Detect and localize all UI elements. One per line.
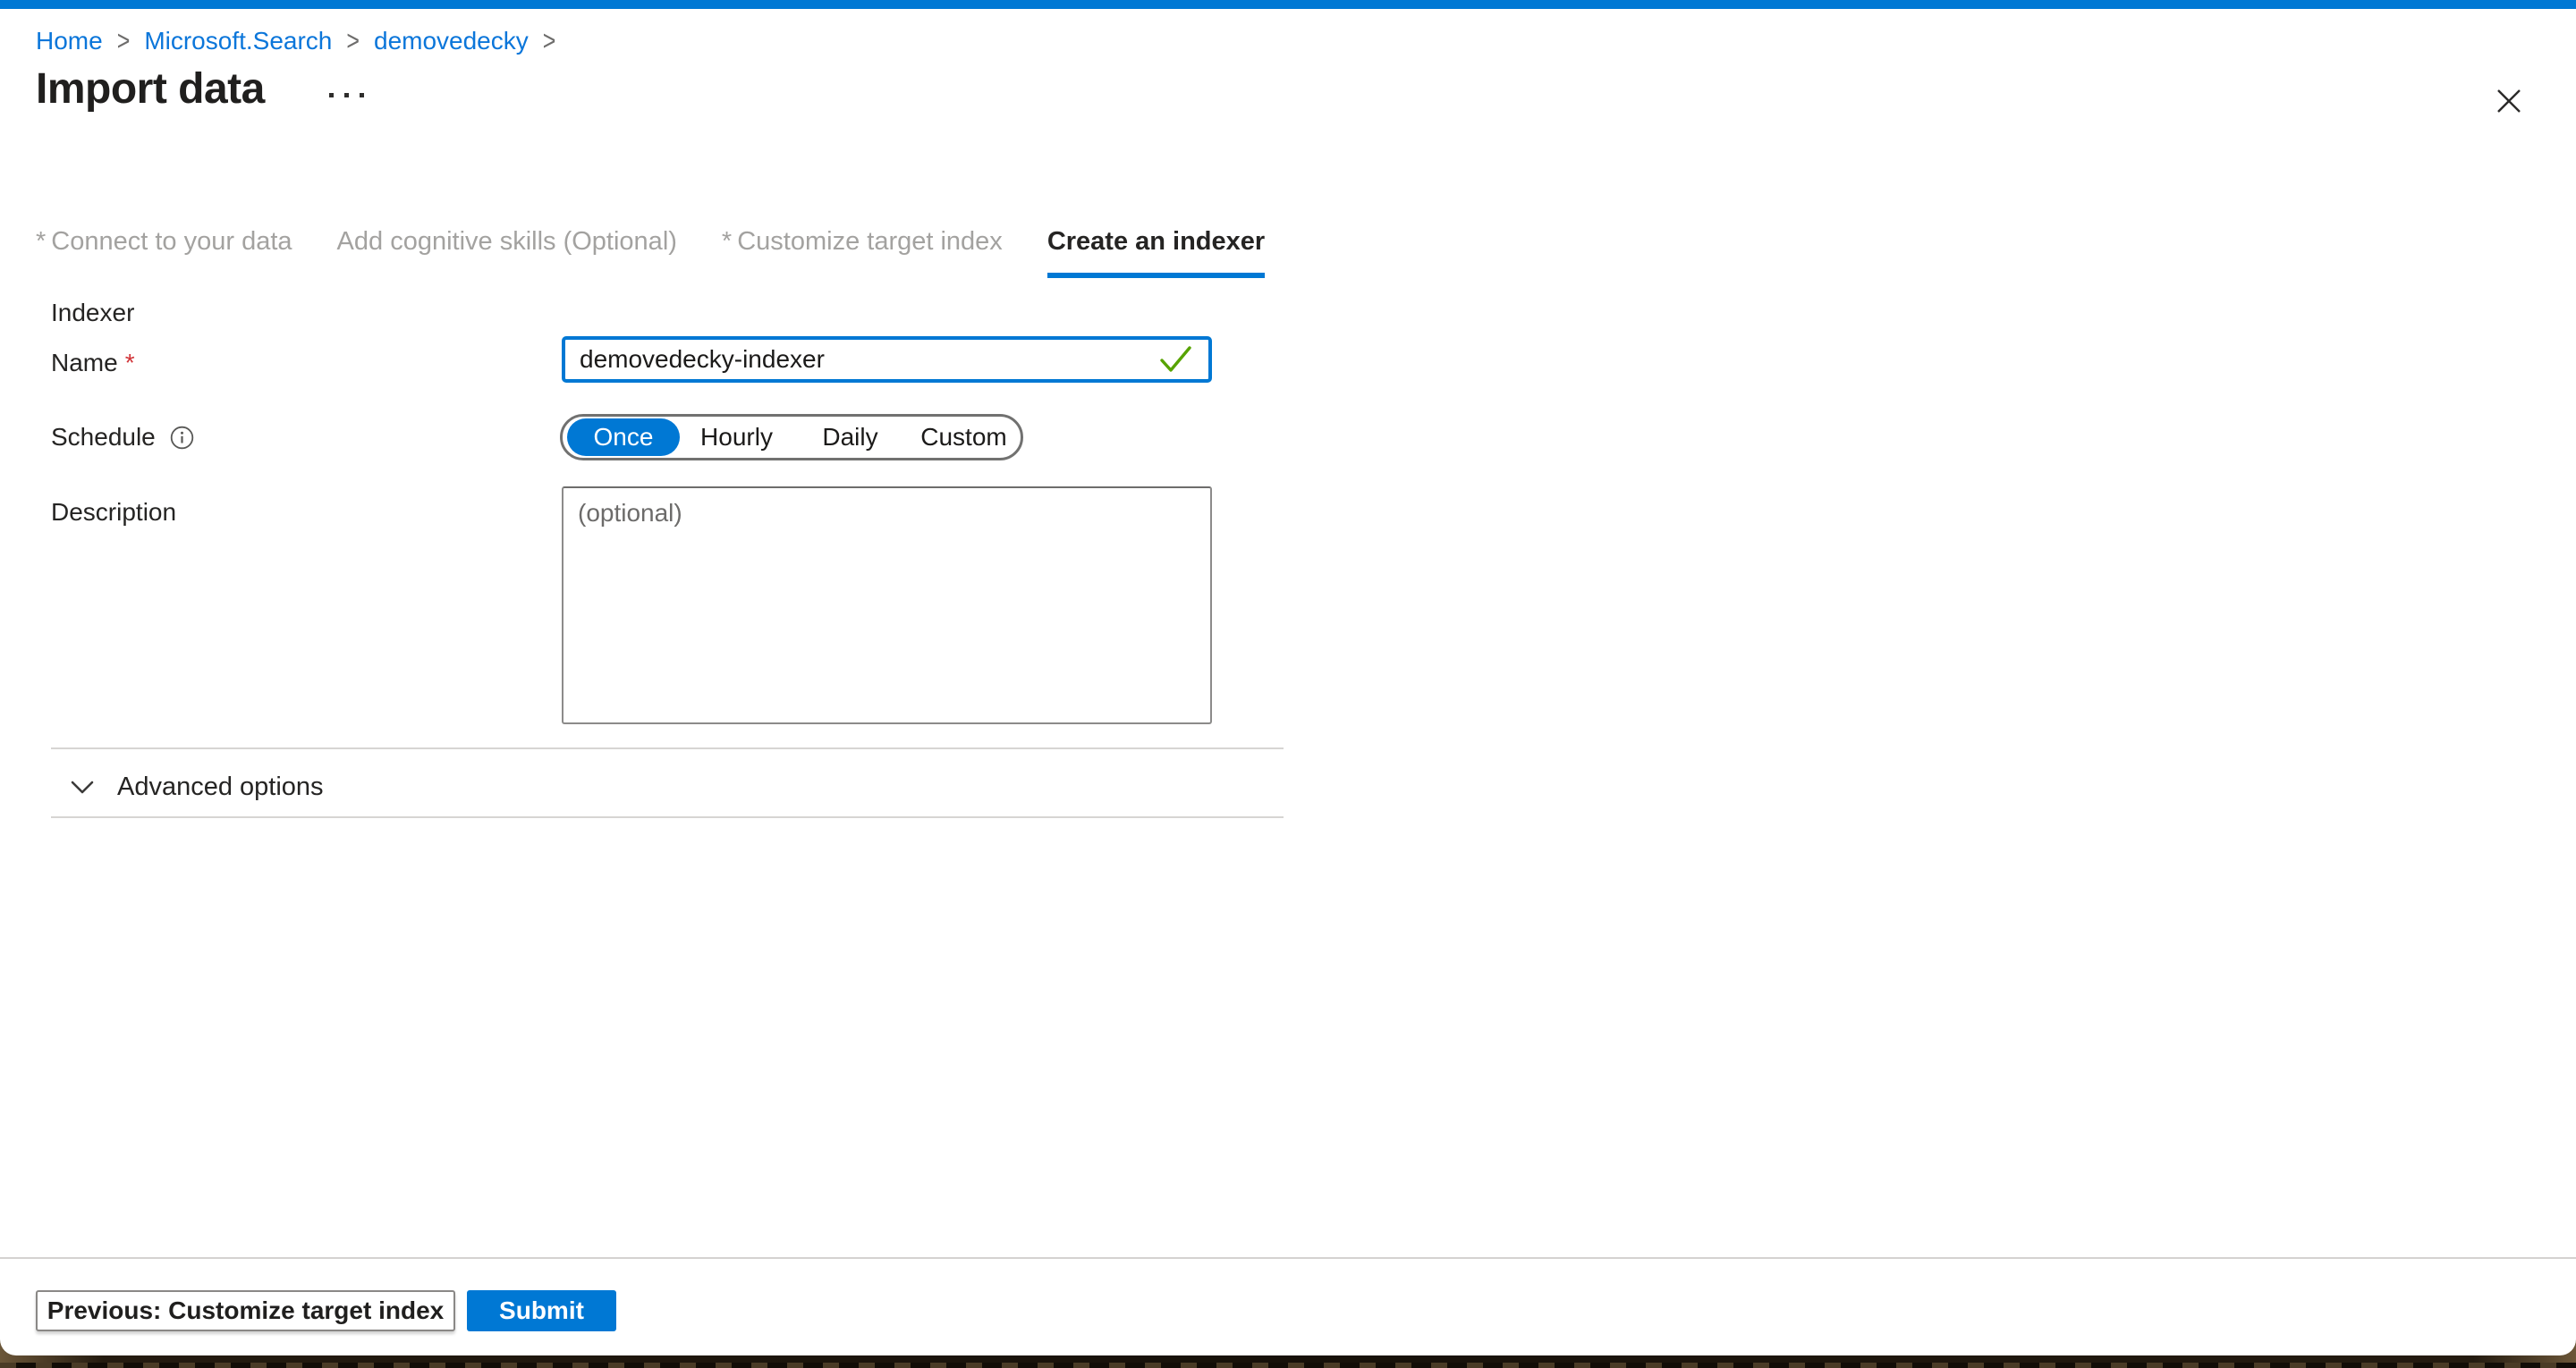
wizard-tabs: *Connect to your data Add cognitive skil… (36, 227, 1309, 278)
schedule-option-hourly[interactable]: Hourly (680, 423, 793, 452)
tab-create-an-indexer[interactable]: Create an indexer (1047, 227, 1265, 278)
description-field-label: Description (51, 498, 176, 527)
tab-connect-to-your-data[interactable]: *Connect to your data (36, 227, 292, 278)
previous-step-button[interactable]: Previous: Customize target index (36, 1290, 455, 1331)
indexer-section-heading: Indexer (51, 299, 134, 327)
schedule-field-label: Schedule (51, 423, 194, 452)
portal-top-accent-bar (0, 0, 2576, 9)
tab-label: Add cognitive skills (Optional) (337, 227, 677, 256)
breadcrumb-separator-icon: > (543, 25, 556, 57)
close-icon (2494, 86, 2524, 116)
indexer-name-input[interactable] (562, 336, 1212, 383)
chevron-down-icon (71, 781, 94, 794)
ellipsis-icon (329, 93, 334, 97)
ellipsis-icon (360, 93, 364, 97)
breadcrumb-home-link[interactable]: Home (36, 27, 103, 55)
more-actions-button[interactable] (324, 88, 369, 103)
schedule-segmented-control: Once Hourly Daily Custom (560, 414, 1023, 460)
schedule-option-daily[interactable]: Daily (793, 423, 907, 452)
tab-required-mark: * (722, 227, 732, 256)
info-icon[interactable] (170, 426, 194, 450)
tab-label: Connect to your data (51, 227, 292, 256)
import-data-panel: Home > Microsoft.Search > demovedecky > … (0, 0, 2576, 1355)
name-field-label: Name* (51, 349, 135, 377)
tab-label: Customize target index (737, 227, 1003, 256)
close-button[interactable] (2492, 84, 2526, 118)
desktop-pattern (0, 1363, 2576, 1368)
divider (51, 747, 1284, 749)
valid-check-icon (1159, 345, 1193, 374)
page-title: Import data (36, 64, 265, 114)
submit-button[interactable]: Submit (467, 1290, 616, 1331)
breadcrumb-resource-link[interactable]: demovedecky (374, 27, 529, 55)
tab-label: Create an indexer (1047, 227, 1265, 256)
tab-customize-target-index[interactable]: *Customize target index (722, 227, 1003, 278)
tab-add-cognitive-skills[interactable]: Add cognitive skills (Optional) (337, 227, 677, 278)
schedule-option-once[interactable]: Once (567, 418, 680, 456)
advanced-options-toggle[interactable]: Advanced options (51, 767, 324, 807)
breadcrumb-separator-icon: > (117, 25, 131, 57)
tab-required-mark: * (36, 227, 46, 256)
description-textarea[interactable] (562, 486, 1212, 724)
required-asterisk: * (125, 349, 135, 377)
schedule-option-custom[interactable]: Custom (907, 423, 1021, 452)
ellipsis-icon (344, 93, 349, 97)
footer-divider (0, 1257, 2576, 1259)
divider (51, 816, 1284, 818)
breadcrumb-separator-icon: > (346, 25, 360, 57)
advanced-options-label: Advanced options (117, 773, 324, 802)
breadcrumb: Home > Microsoft.Search > demovedecky > (36, 27, 570, 55)
breadcrumb-service-link[interactable]: Microsoft.Search (144, 27, 332, 55)
